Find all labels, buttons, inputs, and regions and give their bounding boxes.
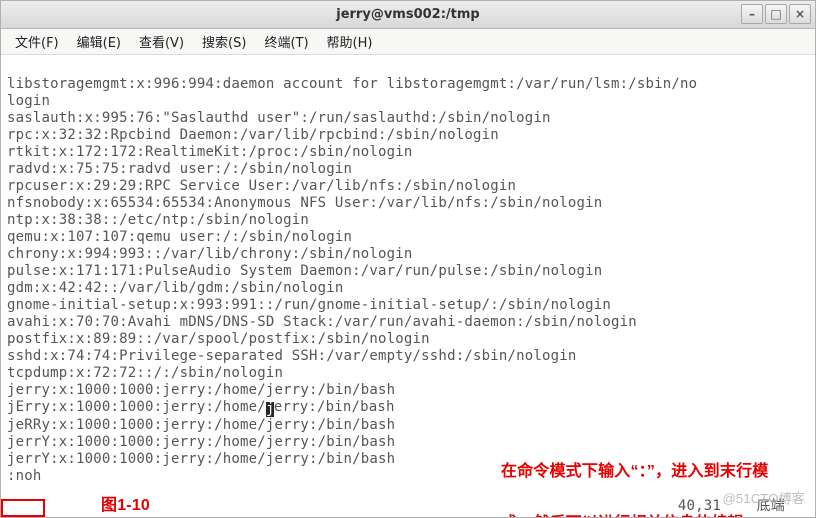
- text-line: nfsnobody:x:65534:65534:Anonymous NFS Us…: [7, 195, 602, 211]
- text-line: rpcuser:x:29:29:RPC Service User:/var/li…: [7, 178, 516, 194]
- menu-search[interactable]: 搜索(S): [194, 30, 254, 53]
- text-line: gdm:x:42:42::/var/lib/gdm:/sbin/nologin: [7, 280, 344, 296]
- window-title: jerry@vms002:/tmp: [336, 7, 479, 22]
- menu-file[interactable]: 文件(F): [7, 30, 67, 53]
- text-line: rtkit:x:172:172:RealtimeKit:/proc:/sbin/…: [7, 144, 413, 160]
- text-line: rpc:x:32:32:Rpcbind Daemon:/var/lib/rpcb…: [7, 127, 499, 143]
- text-line: saslauth:x:995:76:"Saslauthd user":/run/…: [7, 110, 551, 126]
- cursor: j: [266, 402, 274, 417]
- text-line: pulse:x:171:171:PulseAudio System Daemon…: [7, 263, 602, 279]
- command-line: :noh: [7, 468, 42, 484]
- text-line: sshd:x:74:74:Privilege-separated SSH:/va…: [7, 348, 577, 364]
- watermark: @51CTO博客: [723, 490, 805, 507]
- text-line: login: [7, 93, 50, 109]
- text-line: radvd:x:75:75:radvd user:/:/sbin/nologin: [7, 161, 352, 177]
- text-line: jErry:x:1000:1000:jerry:/home/jerry:/bin…: [7, 399, 395, 415]
- minimize-button[interactable]: –: [741, 4, 763, 24]
- menu-help[interactable]: 帮助(H): [319, 30, 381, 53]
- text-line: qemu:x:107:107:qemu user:/:/sbin/nologin: [7, 229, 352, 245]
- menu-terminal[interactable]: 终端(T): [256, 30, 316, 53]
- text-line: tcpdump:x:72:72::/:/sbin/nologin: [7, 365, 283, 381]
- text-line: chrony:x:994:993::/var/lib/chrony:/sbin/…: [7, 246, 413, 262]
- menu-view[interactable]: 查看(V): [131, 30, 192, 53]
- text-line: jerry:x:1000:1000:jerry:/home/jerry:/bin…: [7, 382, 395, 398]
- text-line: jerrY:x:1000:1000:jerry:/home/jerry:/bin…: [7, 434, 395, 450]
- text-line: jerrY:x:1000:1000:jerry:/home/jerry:/bin…: [7, 451, 395, 467]
- text-line: ntp:x:38:38::/etc/ntp:/sbin/nologin: [7, 212, 309, 228]
- cursor-position: 40,31: [678, 498, 721, 515]
- text-line: gnome-initial-setup:x:993:991::/run/gnom…: [7, 297, 611, 313]
- close-button[interactable]: ×: [789, 4, 811, 24]
- figure-label: 图1-10: [101, 493, 150, 517]
- highlight-noh: [1, 499, 45, 517]
- window-controls: – □ ×: [741, 4, 811, 24]
- text-line: postfix:x:89:89::/var/spool/postfix:/sbi…: [7, 331, 430, 347]
- text-line: avahi:x:70:70:Avahi mDNS/DNS-SD Stack:/v…: [7, 314, 637, 330]
- maximize-button[interactable]: □: [765, 4, 787, 24]
- terminal-area[interactable]: libstoragemgmt:x:996:994:daemon account …: [1, 55, 815, 517]
- menu-edit[interactable]: 编辑(E): [69, 30, 129, 53]
- text-line: libstoragemgmt:x:996:994:daemon account …: [7, 76, 697, 92]
- titlebar: jerry@vms002:/tmp – □ ×: [1, 1, 815, 29]
- text-line: jeRRy:x:1000:1000:jerry:/home/jerry:/bin…: [7, 417, 395, 433]
- terminal-window: jerry@vms002:/tmp – □ × 文件(F) 编辑(E) 查看(V…: [0, 0, 816, 518]
- menubar: 文件(F) 编辑(E) 查看(V) 搜索(S) 终端(T) 帮助(H): [1, 29, 815, 55]
